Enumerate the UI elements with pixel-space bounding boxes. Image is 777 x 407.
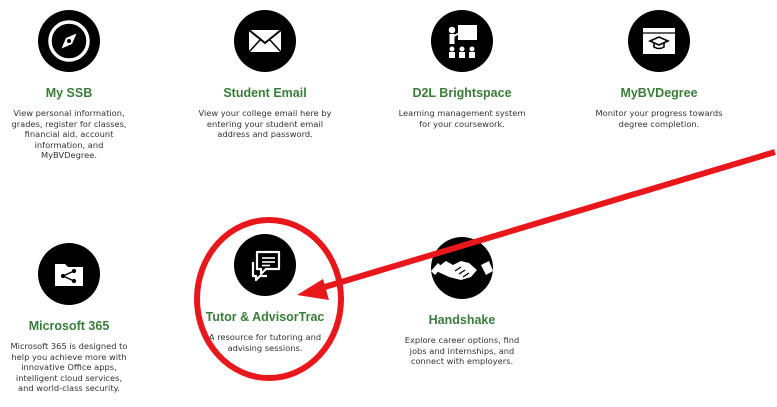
graduation-cap-window-icon xyxy=(628,10,690,72)
tile-title[interactable]: D2L Brightspace xyxy=(387,86,537,100)
chat-bubbles-icon xyxy=(234,234,296,296)
tile-title[interactable]: Microsoft 365 xyxy=(0,319,144,333)
envelope-icon xyxy=(234,10,296,72)
tile-description: View personal information, grades, regis… xyxy=(11,108,127,161)
tile-description: Microsoft 365 is designed to help you ac… xyxy=(10,341,128,394)
tile-my-ssb[interactable]: My SSB View personal information, grades… xyxy=(0,10,144,161)
tile-description: Monitor your progress towards degree com… xyxy=(595,108,723,129)
tile-student-email[interactable]: Student Email View your college email he… xyxy=(190,10,340,140)
tile-title[interactable]: My SSB xyxy=(0,86,144,100)
tile-title[interactable]: MyBVDegree xyxy=(584,86,734,100)
tile-d2l-brightspace[interactable]: D2L Brightspace Learning management syst… xyxy=(387,10,537,129)
handshake-icon xyxy=(431,237,493,299)
tile-description: View your college email here by entering… xyxy=(198,108,332,140)
tile-tutor-advisortrac[interactable]: Tutor & AdvisorTrac A resource for tutor… xyxy=(190,234,340,353)
shared-folder-icon xyxy=(38,243,100,305)
compass-icon xyxy=(38,10,100,72)
tile-title[interactable]: Student Email xyxy=(190,86,340,100)
tile-description: A resource for tutoring and advising ses… xyxy=(208,332,322,353)
tile-mybvdegree[interactable]: MyBVDegree Monitor your progress towards… xyxy=(584,10,734,129)
tile-description: Learning management system for your cour… xyxy=(398,108,526,129)
tile-handshake[interactable]: Handshake Explore career options, find j… xyxy=(387,237,537,367)
tile-title[interactable]: Tutor & AdvisorTrac xyxy=(190,310,340,324)
tile-description: Explore career options, find jobs and in… xyxy=(404,335,520,367)
classroom-presenter-icon xyxy=(431,10,493,72)
tile-title[interactable]: Handshake xyxy=(387,313,537,327)
tile-microsoft-365[interactable]: Microsoft 365 Microsoft 365 is designed … xyxy=(0,243,144,394)
